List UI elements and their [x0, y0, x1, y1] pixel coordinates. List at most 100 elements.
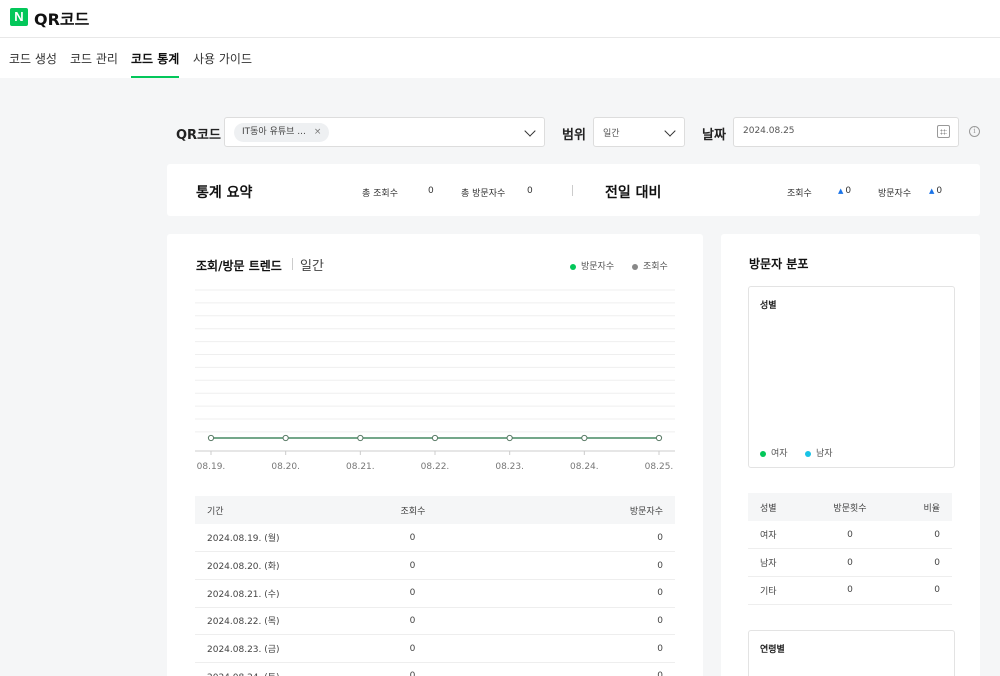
legend-visitors-label: 방문자수 — [581, 262, 615, 272]
row-period: 2024.08.24. (토) — [195, 662, 315, 676]
table-row: 2024.08.23. (금) 0 0 — [195, 634, 675, 663]
tab-manage-code[interactable]: 코드 관리 — [70, 50, 118, 78]
range-select[interactable]: 일간 — [593, 117, 685, 147]
date-picker[interactable]: 2024.08.25 — [733, 117, 959, 147]
tab-create-code[interactable]: 코드 생성 — [9, 50, 57, 78]
table-row: 기타 0 0 — [748, 576, 952, 605]
visitors-delta-label: 방문자수 — [878, 189, 912, 199]
row-period: 2024.08.22. (목) — [195, 607, 315, 636]
trend-period: 일간 — [300, 259, 324, 274]
qr-filter-label: QR코드 — [176, 128, 221, 143]
age-title: 연령별 — [760, 645, 785, 655]
data-point — [506, 434, 513, 442]
row-visitors: 0 — [611, 579, 675, 608]
table-row: 2024.08.21. (수) 0 0 — [195, 579, 675, 608]
total-views-value: 0 — [428, 186, 434, 196]
x-tick-label: 08.25. — [645, 462, 674, 472]
row-views: 0 — [314, 634, 612, 663]
tab-code-stats[interactable]: 코드 통계 — [131, 50, 180, 78]
range-filter-label: 범위 — [562, 128, 586, 143]
title-divider — [292, 258, 293, 270]
compare-title: 전일 대비 — [605, 185, 662, 201]
range-value: 일간 — [603, 129, 620, 139]
row-ratio: 0 — [887, 521, 952, 550]
row-period: 2024.08.19. (월) — [195, 524, 315, 553]
legend-male-label: 남자 — [816, 449, 833, 459]
data-point — [655, 434, 663, 442]
x-tick-label: 08.22. — [421, 462, 450, 472]
gender-panel: 성별 여자 남자 — [748, 286, 955, 468]
data-point — [207, 434, 215, 442]
row-visitors: 0 — [611, 524, 675, 553]
date-value: 2024.08.25 — [743, 126, 795, 136]
table-row: 남자 0 0 — [748, 548, 952, 577]
row-gender: 기타 — [748, 576, 813, 605]
age-panel: 연령별 — [748, 630, 955, 676]
calendar-icon[interactable] — [937, 125, 950, 138]
info-icon[interactable]: i — [969, 126, 980, 137]
legend-views: 조회수 — [632, 259, 668, 272]
table-row: 2024.08.20. (화) 0 0 — [195, 551, 675, 580]
summary-title: 통계 요약 — [196, 185, 253, 201]
gender-table: 성별 방문횟수 비율 여자 0 0 남자 0 0 기타 0 0 — [748, 493, 952, 605]
total-visitors-label: 총 방문자수 — [461, 189, 506, 199]
total-views-label: 총 조회수 — [362, 189, 398, 199]
data-point — [431, 434, 439, 442]
x-tick-label: 08.23. — [495, 462, 524, 472]
x-tick-label: 08.20. — [271, 462, 300, 472]
row-gender: 남자 — [748, 548, 813, 577]
legend-views-label: 조회수 — [643, 262, 668, 272]
col-period: 기간 — [195, 496, 315, 524]
row-visitors: 0 — [611, 551, 675, 580]
summary-divider — [572, 185, 573, 196]
table-row: 2024.08.22. (목) 0 0 — [195, 607, 675, 636]
visitors-delta-value: 0 — [936, 186, 943, 196]
col-visit-count: 방문횟수 — [812, 493, 888, 521]
trend-title: 조회/방문 트렌드 — [196, 259, 282, 273]
chevron-down-icon[interactable] — [664, 125, 676, 137]
up-arrow-icon: ▲ — [929, 187, 935, 195]
main-nav: 코드 생성 코드 관리 코드 통계 사용 가이드 — [0, 38, 1000, 78]
chevron-down-icon[interactable] — [524, 125, 536, 137]
row-period: 2024.08.23. (금) — [195, 634, 315, 663]
total-visitors-value: 0 — [527, 186, 533, 196]
views-delta-label: 조회수 — [787, 189, 812, 199]
data-point — [581, 434, 588, 442]
x-tick-label: 08.24. — [570, 462, 599, 472]
row-ratio: 0 — [887, 548, 952, 577]
col-gender: 성별 — [748, 493, 813, 521]
stats-summary-card: 통계 요약 총 조회수 0 총 방문자수 0 전일 대비 조회수 ▲ 0 방문자수… — [167, 164, 980, 216]
row-views: 0 — [314, 579, 612, 608]
naver-logo-icon[interactable]: N — [10, 8, 28, 26]
table-row: 2024.08.24. (토)00 — [195, 662, 675, 676]
tab-usage-guide[interactable]: 사용 가이드 — [193, 50, 252, 78]
table-header-row: 성별 방문횟수 비율 — [748, 493, 952, 521]
table-row: 여자 0 0 — [748, 521, 952, 550]
row-visitors: 0 — [611, 662, 675, 676]
visitor-distribution-card: 방문자 분포 성별 여자 남자 성별 방문횟수 비율 여자 0 0 남자 0 0 기타 0 0 … — [721, 234, 980, 676]
qr-chip: IT동아 유튜브 ... × — [234, 123, 330, 142]
row-gender: 여자 — [748, 521, 813, 550]
qr-code-select[interactable]: IT동아 유튜브 ... × — [224, 117, 545, 147]
row-views: 0 — [314, 662, 612, 676]
row-views: 0 — [314, 551, 612, 580]
row-visit-count: 0 — [812, 576, 888, 605]
row-ratio: 0 — [887, 576, 952, 605]
views-delta: ▲ 0 — [838, 186, 851, 196]
trend-line-chart: 08.19. 08.20. 08.21. 08.22. 08.23. 08.24. 08.2… — [195, 289, 675, 472]
row-period: 2024.08.20. (화) — [195, 551, 315, 580]
daily-stats-table: 기간 조회수 방문자수 2024.08.19. (월) 0 0 2024.08.20.… — [195, 496, 675, 676]
chip-remove-icon[interactable]: × — [314, 127, 322, 137]
col-views: 조회수 — [314, 496, 612, 524]
date-filter-label: 날짜 — [702, 128, 726, 143]
legend-dot-female — [760, 450, 766, 457]
top-header: N QR코드 — [0, 0, 1000, 38]
app-title[interactable]: QR코드 — [34, 6, 89, 30]
row-visit-count: 0 — [812, 521, 888, 550]
row-visitors: 0 — [611, 607, 675, 636]
row-views: 0 — [314, 607, 612, 636]
legend-male: 남자 — [805, 446, 833, 459]
col-visitors: 방문자수 — [611, 496, 675, 524]
row-visit-count: 0 — [812, 548, 888, 577]
data-point — [282, 434, 289, 442]
